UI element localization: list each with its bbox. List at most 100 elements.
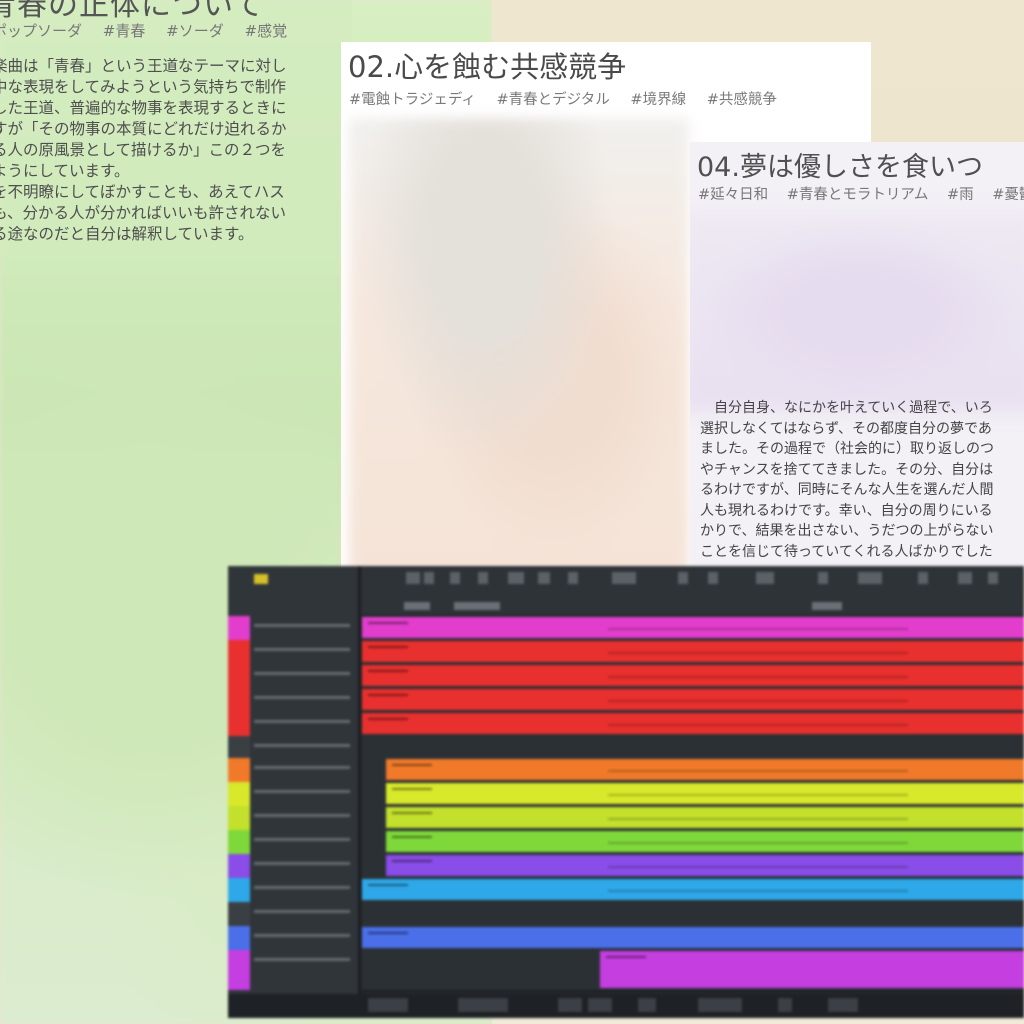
ruler-marker	[958, 572, 972, 584]
card-4-tags: #延々日和 #青春とモラトリアム #雨 #憂鬱	[698, 183, 1024, 204]
ruler-marker	[568, 572, 578, 584]
tag[interactable]: #青春とモラトリアム	[787, 187, 929, 203]
transport-button[interactable]	[558, 998, 582, 1012]
track-name	[254, 910, 350, 913]
track-name	[254, 814, 350, 817]
track-color-strip	[228, 854, 250, 878]
track-name	[254, 624, 350, 627]
audio-clip[interactable]	[362, 927, 1024, 948]
transport-button[interactable]	[698, 998, 742, 1012]
card-4-title: 04.夢は優しさを食いつ	[697, 152, 983, 183]
tag[interactable]: #共感競争	[707, 92, 777, 108]
clip-label	[368, 932, 408, 934]
daw-transport-bar	[228, 994, 1024, 1018]
clip-label	[392, 812, 432, 814]
clip-label	[368, 670, 408, 672]
track-color-strip	[228, 616, 250, 640]
toolbar-icon	[254, 574, 268, 584]
transport-button[interactable]	[638, 998, 656, 1012]
tag[interactable]: #憂鬱	[992, 187, 1024, 203]
body-line: かりで、結果を出さない、うだつの上がらない	[700, 523, 994, 539]
tag[interactable]: #延々日和	[698, 187, 768, 203]
transport-button[interactable]	[368, 998, 408, 1012]
transport-button[interactable]	[828, 998, 858, 1012]
body-line: ことを信じて待っていてくれる人ばかりでした	[700, 543, 993, 560]
body-line: した王道、普遍的な物事を表現するときに	[0, 99, 287, 117]
body-line: ました。その過程で（社会的に）取り返しのつ	[700, 441, 994, 457]
track-color-strip	[228, 664, 250, 688]
tag[interactable]: #境界線	[630, 92, 686, 108]
track-color-strip	[228, 926, 250, 950]
transport-button[interactable]	[588, 998, 612, 1012]
body-line: 選択しなくてはならず、その都度自分の夢であ	[700, 420, 992, 437]
clip-label	[392, 764, 432, 766]
track-name	[254, 766, 350, 769]
ruler-marker	[478, 572, 488, 584]
track-name	[254, 744, 350, 747]
clip-waveform	[608, 794, 908, 796]
card-2-title: 02.心を蝕む共感競争	[348, 50, 627, 84]
clip-label	[368, 646, 408, 648]
track-lane	[362, 736, 1024, 760]
ruler-marker	[450, 572, 460, 584]
tag[interactable]: #電蝕トラジェディ	[349, 92, 476, 108]
ruler-marker	[612, 572, 636, 584]
tag[interactable]: #青春	[103, 22, 146, 40]
track-color-strip	[228, 950, 250, 990]
ruler-marker	[812, 602, 842, 610]
body-line: やチャンスを捨ててきました。その分、自分は	[700, 461, 994, 478]
card-1-tags: ポップソーダ #青春 #ソーダ #感覚	[0, 20, 303, 41]
clip-label	[392, 860, 432, 862]
ruler-marker	[818, 572, 828, 584]
transport-button[interactable]	[778, 998, 792, 1012]
ruler-marker	[988, 572, 998, 584]
track-name	[254, 720, 350, 723]
ruler-marker	[918, 572, 928, 584]
tag[interactable]: ポップソーダ	[0, 22, 82, 40]
ruler-marker	[454, 602, 500, 610]
clip-waveform	[608, 628, 908, 630]
body-line: るわけですが、同時にそんな人生を選んだ人間	[700, 482, 994, 498]
clip-waveform	[608, 700, 908, 702]
track-name	[254, 696, 350, 699]
track-color-strip	[228, 712, 250, 736]
track-color-strip	[228, 878, 250, 902]
transport-button[interactable]	[458, 998, 508, 1012]
clip-waveform	[608, 676, 908, 678]
tag[interactable]: #雨	[947, 187, 974, 203]
body-line: る途なのだと自分は解釈しています。	[0, 225, 254, 243]
body-line: も、分かる人が分かればいいも許されない	[0, 204, 287, 222]
track-color-strip	[228, 736, 250, 758]
track-name	[254, 862, 350, 865]
ruler-marker	[756, 572, 774, 584]
body-line: 中な表現をしてみようという気持ちで制作	[0, 78, 287, 96]
track-name	[254, 958, 350, 961]
track-color-strip	[228, 902, 250, 926]
ruler-marker	[508, 572, 524, 584]
tag[interactable]: #青春とデジタル	[496, 92, 609, 108]
clip-label	[368, 622, 408, 624]
body-line: を不明瞭にしてぼかすことも、あえてハス	[0, 183, 285, 201]
track-name	[254, 790, 350, 793]
ruler-marker	[424, 572, 434, 584]
blurred-image	[349, 118, 689, 588]
ruler-marker	[858, 572, 882, 584]
ruler-marker	[404, 602, 430, 610]
track-name	[254, 672, 350, 675]
tag[interactable]: #ソーダ	[166, 22, 224, 40]
body-line: すが「その物事の本質にどれだけ迫れるか	[0, 120, 287, 138]
track-lane	[362, 902, 1024, 928]
body-line: ようにしています。	[0, 162, 130, 180]
audio-clip[interactable]	[600, 951, 1024, 988]
ruler-marker	[708, 572, 718, 584]
blurred-image	[690, 212, 1024, 412]
tag[interactable]: #感覚	[245, 22, 288, 40]
clip-waveform	[608, 724, 908, 726]
track-name	[254, 886, 350, 889]
clip-waveform	[608, 652, 908, 654]
ruler-marker	[678, 572, 688, 584]
clip-waveform	[608, 818, 908, 820]
clip-waveform	[608, 842, 908, 844]
clip-label	[368, 694, 408, 696]
body-line: 楽曲は「青春」という王道なテーマに対し	[0, 57, 287, 75]
